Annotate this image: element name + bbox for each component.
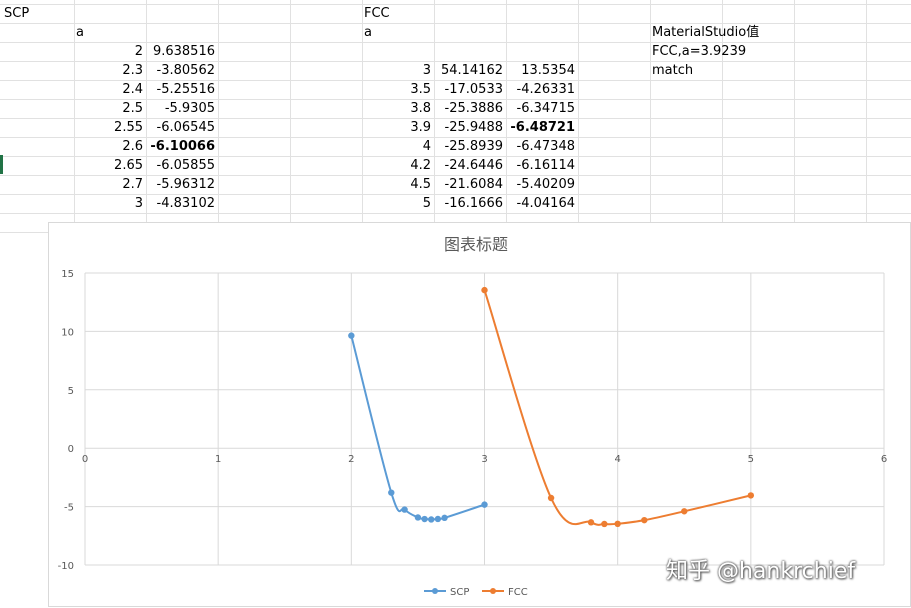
scp-energy-cell[interactable]: -6.10066 — [146, 137, 215, 156]
series-line-scp — [350, 335, 485, 521]
fcc-total-energy-cell[interactable]: -21.6084 — [434, 175, 503, 194]
data-point-fcc — [601, 520, 608, 528]
fcc-total-energy-cell[interactable]: -24.6446 — [434, 156, 503, 175]
data-point-scp — [388, 489, 395, 496]
scp-energy-cell[interactable]: 9.638516 — [146, 42, 215, 61]
x-tick-label: 3 — [481, 454, 487, 465]
legend-label-scp: SCP — [450, 587, 469, 598]
fcc-total-energy-cell[interactable]: -16.1666 — [434, 194, 503, 213]
fcc-a-label-cell[interactable]: a — [364, 23, 372, 42]
scp-a-cell[interactable]: 2.65 — [74, 156, 143, 175]
y-tick-label: 5 — [68, 386, 74, 397]
x-tick-label: 6 — [881, 454, 887, 465]
x-tick-label: 2 — [348, 454, 354, 465]
fcc-energy-per-atom-cell[interactable]: -6.47348 — [506, 137, 575, 156]
scp-a-cell[interactable]: 2.7 — [74, 175, 143, 194]
scp-a-cell[interactable]: 2.5 — [74, 99, 143, 118]
fcc-energy-per-atom-cell[interactable]: -6.48721 — [506, 118, 575, 137]
scp-energy-cell[interactable]: -5.9305 — [146, 99, 215, 118]
fcc-total-energy-cell[interactable]: -25.9488 — [434, 118, 503, 137]
data-point-scp — [414, 514, 422, 521]
scp-energy-cell[interactable]: -4.83102 — [146, 194, 215, 213]
data-point-fcc — [587, 519, 595, 526]
y-tick-label: -5 — [64, 503, 74, 514]
scp-energy-cell[interactable]: -3.80562 — [146, 61, 215, 80]
fcc-a-cell[interactable]: 3.5 — [362, 80, 431, 99]
scp-a-cell[interactable]: 2 — [74, 42, 143, 61]
active-row-indicator — [0, 155, 3, 174]
data-point-scp — [428, 516, 435, 523]
fcc-energy-per-atom-cell[interactable]: -4.04164 — [506, 194, 575, 213]
note-cell[interactable]: match — [652, 61, 693, 80]
x-tick-label: 0 — [82, 454, 88, 465]
data-point-fcc — [481, 286, 488, 294]
fcc-a-cell[interactable]: 3.8 — [362, 99, 431, 118]
y-tick-label: 10 — [61, 327, 74, 338]
fcc-energy-per-atom-cell[interactable]: -6.34715 — [506, 99, 575, 118]
legend-marker-scp — [432, 588, 438, 594]
y-tick-label: -10 — [58, 561, 74, 572]
data-point-scp — [434, 515, 442, 523]
scp-a-label-cell[interactable]: a — [76, 23, 84, 42]
scp-a-cell[interactable]: 2.55 — [74, 118, 143, 137]
chart-canvas: 0 1 2 3 4 5 6 15 10 5 0 -5 -10 图表标题 SCP FCC — [58, 235, 888, 598]
x-tick-label: 5 — [748, 454, 754, 465]
data-point-fcc — [547, 494, 555, 502]
scp-a-cell[interactable]: 2.3 — [74, 61, 143, 80]
line-chart[interactable]: 0 1 2 3 4 5 6 15 10 5 0 -5 -10 图表标题 SCP FCC — [48, 222, 911, 607]
scp-a-cell[interactable]: 3 — [74, 194, 143, 213]
scp-a-cell[interactable]: 2.4 — [74, 80, 143, 99]
scp-energy-cell[interactable]: -6.05855 — [146, 156, 215, 175]
fcc-total-energy-cell[interactable]: -17.0533 — [434, 80, 503, 99]
data-point-scp — [348, 332, 355, 339]
fcc-a-cell[interactable]: 3 — [362, 61, 431, 80]
x-tick-label: 1 — [215, 454, 221, 465]
scp-energy-cell[interactable]: -6.06545 — [146, 118, 215, 137]
fcc-total-energy-cell[interactable]: 54.14162 — [434, 61, 503, 80]
data-point-scp — [421, 515, 428, 523]
spreadsheet[interactable]: SCP a FCC a MaterialStudio值 FCC,a=3.9239… — [0, 0, 911, 607]
fcc-a-cell[interactable]: 4.5 — [362, 175, 431, 194]
fcc-a-cell[interactable]: 4 — [362, 137, 431, 156]
scp-energy-cell[interactable]: -5.25516 — [146, 80, 215, 99]
data-point-fcc — [747, 492, 755, 499]
chart-title: 图表标题 — [444, 235, 508, 254]
fcc-energy-per-atom-cell[interactable]: 13.5354 — [506, 61, 575, 80]
fcc-header-cell[interactable]: FCC — [364, 4, 390, 23]
fcc-a-cell[interactable]: 4.2 — [362, 156, 431, 175]
x-tick-label: 4 — [614, 454, 620, 465]
y-tick-label: 15 — [61, 269, 74, 280]
scp-energy-cell[interactable]: -5.96312 — [146, 175, 215, 194]
data-point-scp — [401, 506, 408, 513]
fcc-energy-per-atom-cell[interactable]: -5.40209 — [506, 175, 575, 194]
data-point-scp — [441, 514, 448, 522]
legend-label-fcc: FCC — [508, 587, 528, 598]
scp-a-cell[interactable]: 2.6 — [74, 137, 143, 156]
data-point-fcc — [641, 516, 648, 524]
data-point-scp — [481, 501, 488, 508]
scp-header-cell[interactable]: SCP — [4, 4, 29, 23]
data-point-fcc — [614, 520, 621, 528]
legend-marker-fcc — [490, 588, 496, 594]
note-cell[interactable]: FCC,a=3.9239 — [652, 42, 746, 61]
watermark: 知乎 @hankrchief — [666, 559, 856, 584]
fcc-energy-per-atom-cell[interactable]: -6.16114 — [506, 156, 575, 175]
fcc-a-cell[interactable]: 3.9 — [362, 118, 431, 137]
fcc-a-cell[interactable]: 5 — [362, 194, 431, 213]
y-tick-label: 0 — [68, 444, 74, 455]
fcc-total-energy-cell[interactable]: -25.3886 — [434, 99, 503, 118]
fcc-energy-per-atom-cell[interactable]: -4.26331 — [506, 80, 575, 99]
fcc-total-energy-cell[interactable]: -25.8939 — [434, 137, 503, 156]
note-cell[interactable]: MaterialStudio值 — [652, 23, 759, 42]
data-point-fcc — [681, 508, 688, 515]
